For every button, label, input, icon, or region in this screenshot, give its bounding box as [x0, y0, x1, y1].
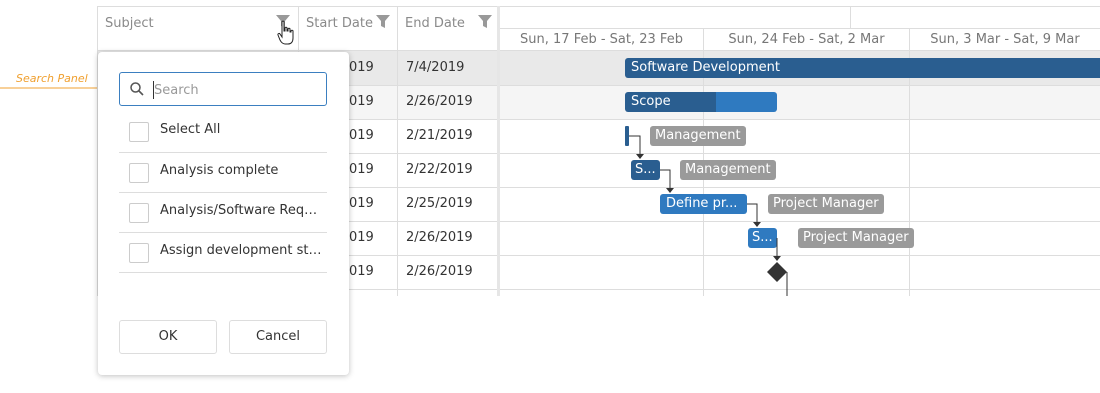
- filter-item-label: Analysis/Software Requi...: [160, 203, 325, 218]
- filter-popup: Select All Analysis complete Analysis/So…: [98, 52, 349, 375]
- checkbox[interactable]: [129, 203, 149, 223]
- filter-item-label: Assign development staff: [160, 243, 325, 258]
- search-field[interactable]: [119, 72, 327, 106]
- search-icon: [130, 82, 144, 96]
- milestone-diamond: [767, 262, 787, 282]
- ok-button[interactable]: OK: [119, 320, 217, 354]
- checkbox[interactable]: [129, 243, 149, 263]
- search-input[interactable]: [152, 80, 316, 100]
- text-caret: [153, 81, 154, 99]
- filter-item-label: Select All: [160, 122, 221, 137]
- checkbox[interactable]: [129, 122, 149, 142]
- filter-item[interactable]: Assign development staff: [119, 233, 327, 273]
- checkbox[interactable]: [129, 163, 149, 183]
- filter-item-label: Analysis complete: [160, 163, 279, 178]
- filter-item[interactable]: Analysis complete: [119, 153, 327, 193]
- list-divider: [119, 272, 327, 273]
- cancel-button[interactable]: Cancel: [229, 320, 327, 354]
- filter-item[interactable]: Analysis/Software Requi...: [119, 193, 327, 233]
- filter-item-select-all[interactable]: Select All: [119, 112, 327, 152]
